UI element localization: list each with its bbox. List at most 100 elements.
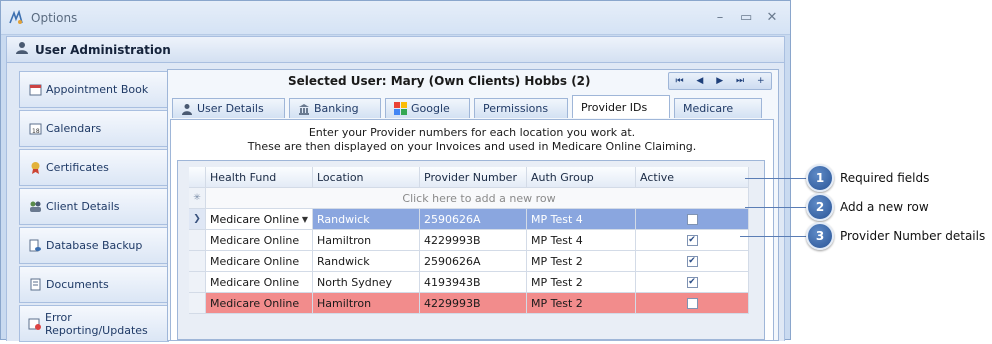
location-cell[interactable]: Hamiltron	[313, 293, 420, 313]
sidebar-item-label: Client Details	[46, 200, 120, 213]
tab-medicare[interactable]: Medicare	[674, 98, 762, 118]
sidebar-item-documents[interactable]: Documents	[19, 266, 169, 303]
active-checkbox[interactable]: ✔	[686, 276, 698, 288]
row-indicator	[189, 293, 206, 313]
health-fund-cell[interactable]: Medicare Online	[206, 251, 313, 271]
title-bar: Options – ▭ ✕	[1, 1, 790, 35]
tab-permissions[interactable]: Permissions	[474, 98, 568, 118]
health-fund-cell[interactable]: Medicare Online	[206, 230, 313, 250]
callout-2-leader-line	[745, 207, 808, 208]
first-record-button[interactable]: ⏮	[675, 76, 683, 86]
active-cell	[636, 293, 749, 313]
provider-number-cell[interactable]: 4229993B	[420, 230, 527, 250]
close-button[interactable]: ✕	[766, 10, 778, 25]
location-cell[interactable]: North Sydney	[313, 272, 420, 292]
table-row[interactable]: Medicare Online North Sydney 4193943B MP…	[189, 272, 749, 293]
user-icon	[181, 103, 193, 115]
active-checkbox[interactable]	[686, 297, 698, 309]
row-indicator-header	[189, 167, 206, 187]
provider-number-cell[interactable]: 2590626A	[420, 251, 527, 271]
table-row[interactable]: Medicare Online Hamiltron 4229993B MP Te…	[189, 230, 749, 251]
callout-badge: 2	[806, 193, 834, 221]
sidebar-item-label: Appointment Book	[46, 83, 149, 96]
callout-badge: 1	[806, 164, 834, 192]
location-cell[interactable]: Hamiltron	[313, 230, 420, 250]
current-row-arrow-icon: ❯	[189, 209, 206, 229]
main-panel: Selected User: Mary (Own Clients) Hobbs …	[167, 69, 779, 341]
sidebar-item-error-reporting[interactable]: Error Reporting/Updates	[19, 305, 169, 342]
sidebar-item-certificates[interactable]: Certificates	[19, 149, 169, 186]
column-header-provider-number[interactable]: Provider Number	[420, 167, 527, 187]
auth-group-cell[interactable]: MP Test 4	[527, 209, 636, 229]
column-header-auth-group[interactable]: Auth Group	[527, 167, 636, 187]
health-fund-cell[interactable]: Medicare Online	[206, 272, 313, 292]
active-checkbox[interactable]	[686, 213, 698, 225]
sidebar: Appointment Book 18 Calendars Certificat…	[19, 71, 169, 344]
active-checkbox[interactable]: ✔	[686, 234, 698, 246]
health-fund-dropdown[interactable]: Medicare Online ▼	[206, 209, 313, 229]
bank-icon	[298, 103, 310, 115]
row-indicator	[189, 251, 206, 271]
provider-number-cell[interactable]: 4193943B	[420, 272, 527, 292]
last-record-button[interactable]: ⏭	[736, 76, 744, 86]
auth-group-cell[interactable]: MP Test 4	[527, 230, 636, 250]
active-checkbox[interactable]: ✔	[686, 255, 698, 267]
auth-group-cell[interactable]: MP Test 2	[527, 251, 636, 271]
sidebar-item-database-backup[interactable]: Database Backup	[19, 227, 169, 264]
auth-group-cell[interactable]: MP Test 2	[527, 293, 636, 313]
instructions-line-1: Enter your Provider numbers for each loc…	[308, 126, 636, 139]
callout-label: Provider Number details	[840, 229, 986, 243]
sidebar-item-client-details[interactable]: Client Details	[19, 188, 169, 225]
tab-banking[interactable]: Banking	[289, 98, 381, 118]
table-row[interactable]: ❯ Medicare Online ▼ Randwick 2590626A MP…	[189, 209, 749, 230]
tab-user-details[interactable]: User Details	[172, 98, 285, 118]
svg-text:18: 18	[32, 128, 40, 135]
app-logo-icon	[7, 9, 25, 27]
calendar-icon: 18	[28, 122, 42, 136]
options-window: Options – ▭ ✕ User Administration Appoin…	[0, 0, 791, 342]
location-cell[interactable]: Randwick	[313, 209, 420, 229]
table-row[interactable]: Medicare Online Hamiltron 4229993B MP Te…	[189, 293, 749, 314]
column-header-health-fund[interactable]: Health Fund	[206, 167, 313, 187]
error-report-icon	[28, 317, 41, 331]
add-record-button[interactable]: +	[757, 76, 765, 86]
window-controls: – ▭ ✕	[714, 10, 778, 25]
provider-ids-panel: Enter your Provider numbers for each loc…	[170, 119, 774, 341]
callout-add-new-row: 2 Add a new row	[806, 193, 929, 221]
sidebar-item-calendars[interactable]: 18 Calendars	[19, 110, 169, 147]
section-title: User Administration	[35, 42, 171, 57]
tab-strip: User Details Banking Google Permissions …	[172, 95, 766, 118]
instructions-line-2: These are then displayed on your Invoice…	[247, 140, 697, 153]
new-row[interactable]: ✳ Click here to add a new row	[189, 188, 749, 209]
column-header-location[interactable]: Location	[313, 167, 420, 187]
minimize-button[interactable]: –	[714, 10, 726, 25]
callout-required-fields: 1 Required fields	[806, 164, 929, 192]
callout-label: Add a new row	[840, 200, 929, 214]
tab-provider-ids[interactable]: Provider IDs	[572, 95, 670, 118]
window-title: Options	[31, 10, 78, 25]
maximize-button[interactable]: ▭	[740, 10, 752, 25]
provider-number-cell[interactable]: 2590626A	[420, 209, 527, 229]
sidebar-item-label: Certificates	[46, 161, 109, 174]
callout-3-leader-line	[740, 236, 808, 237]
active-cell	[636, 209, 749, 229]
next-record-button[interactable]: ▶	[716, 76, 723, 86]
database-backup-icon	[28, 239, 42, 253]
active-cell: ✔	[636, 230, 749, 250]
callout-1-leader-line	[745, 178, 808, 179]
new-row-prompt[interactable]: Click here to add a new row	[206, 188, 749, 208]
previous-record-button[interactable]: ◀	[696, 76, 703, 86]
sidebar-item-appointment-book[interactable]: Appointment Book	[19, 71, 169, 108]
callout-provider-number-details: 3 Provider Number details	[806, 222, 985, 250]
auth-group-cell[interactable]: MP Test 2	[527, 272, 636, 292]
certificate-ribbon-icon	[28, 161, 42, 175]
people-icon	[28, 200, 42, 214]
selected-user-label: Selected User: Mary (Own Clients) Hobbs …	[288, 74, 591, 88]
provider-number-cell[interactable]: 4229993B	[420, 293, 527, 313]
chevron-down-icon[interactable]: ▼	[302, 215, 308, 224]
column-header-active[interactable]: Active	[636, 167, 749, 187]
location-cell[interactable]: Randwick	[313, 251, 420, 271]
tab-google[interactable]: Google	[385, 98, 470, 118]
health-fund-cell[interactable]: Medicare Online	[206, 293, 313, 313]
table-row[interactable]: Medicare Online Randwick 2590626A MP Tes…	[189, 251, 749, 272]
